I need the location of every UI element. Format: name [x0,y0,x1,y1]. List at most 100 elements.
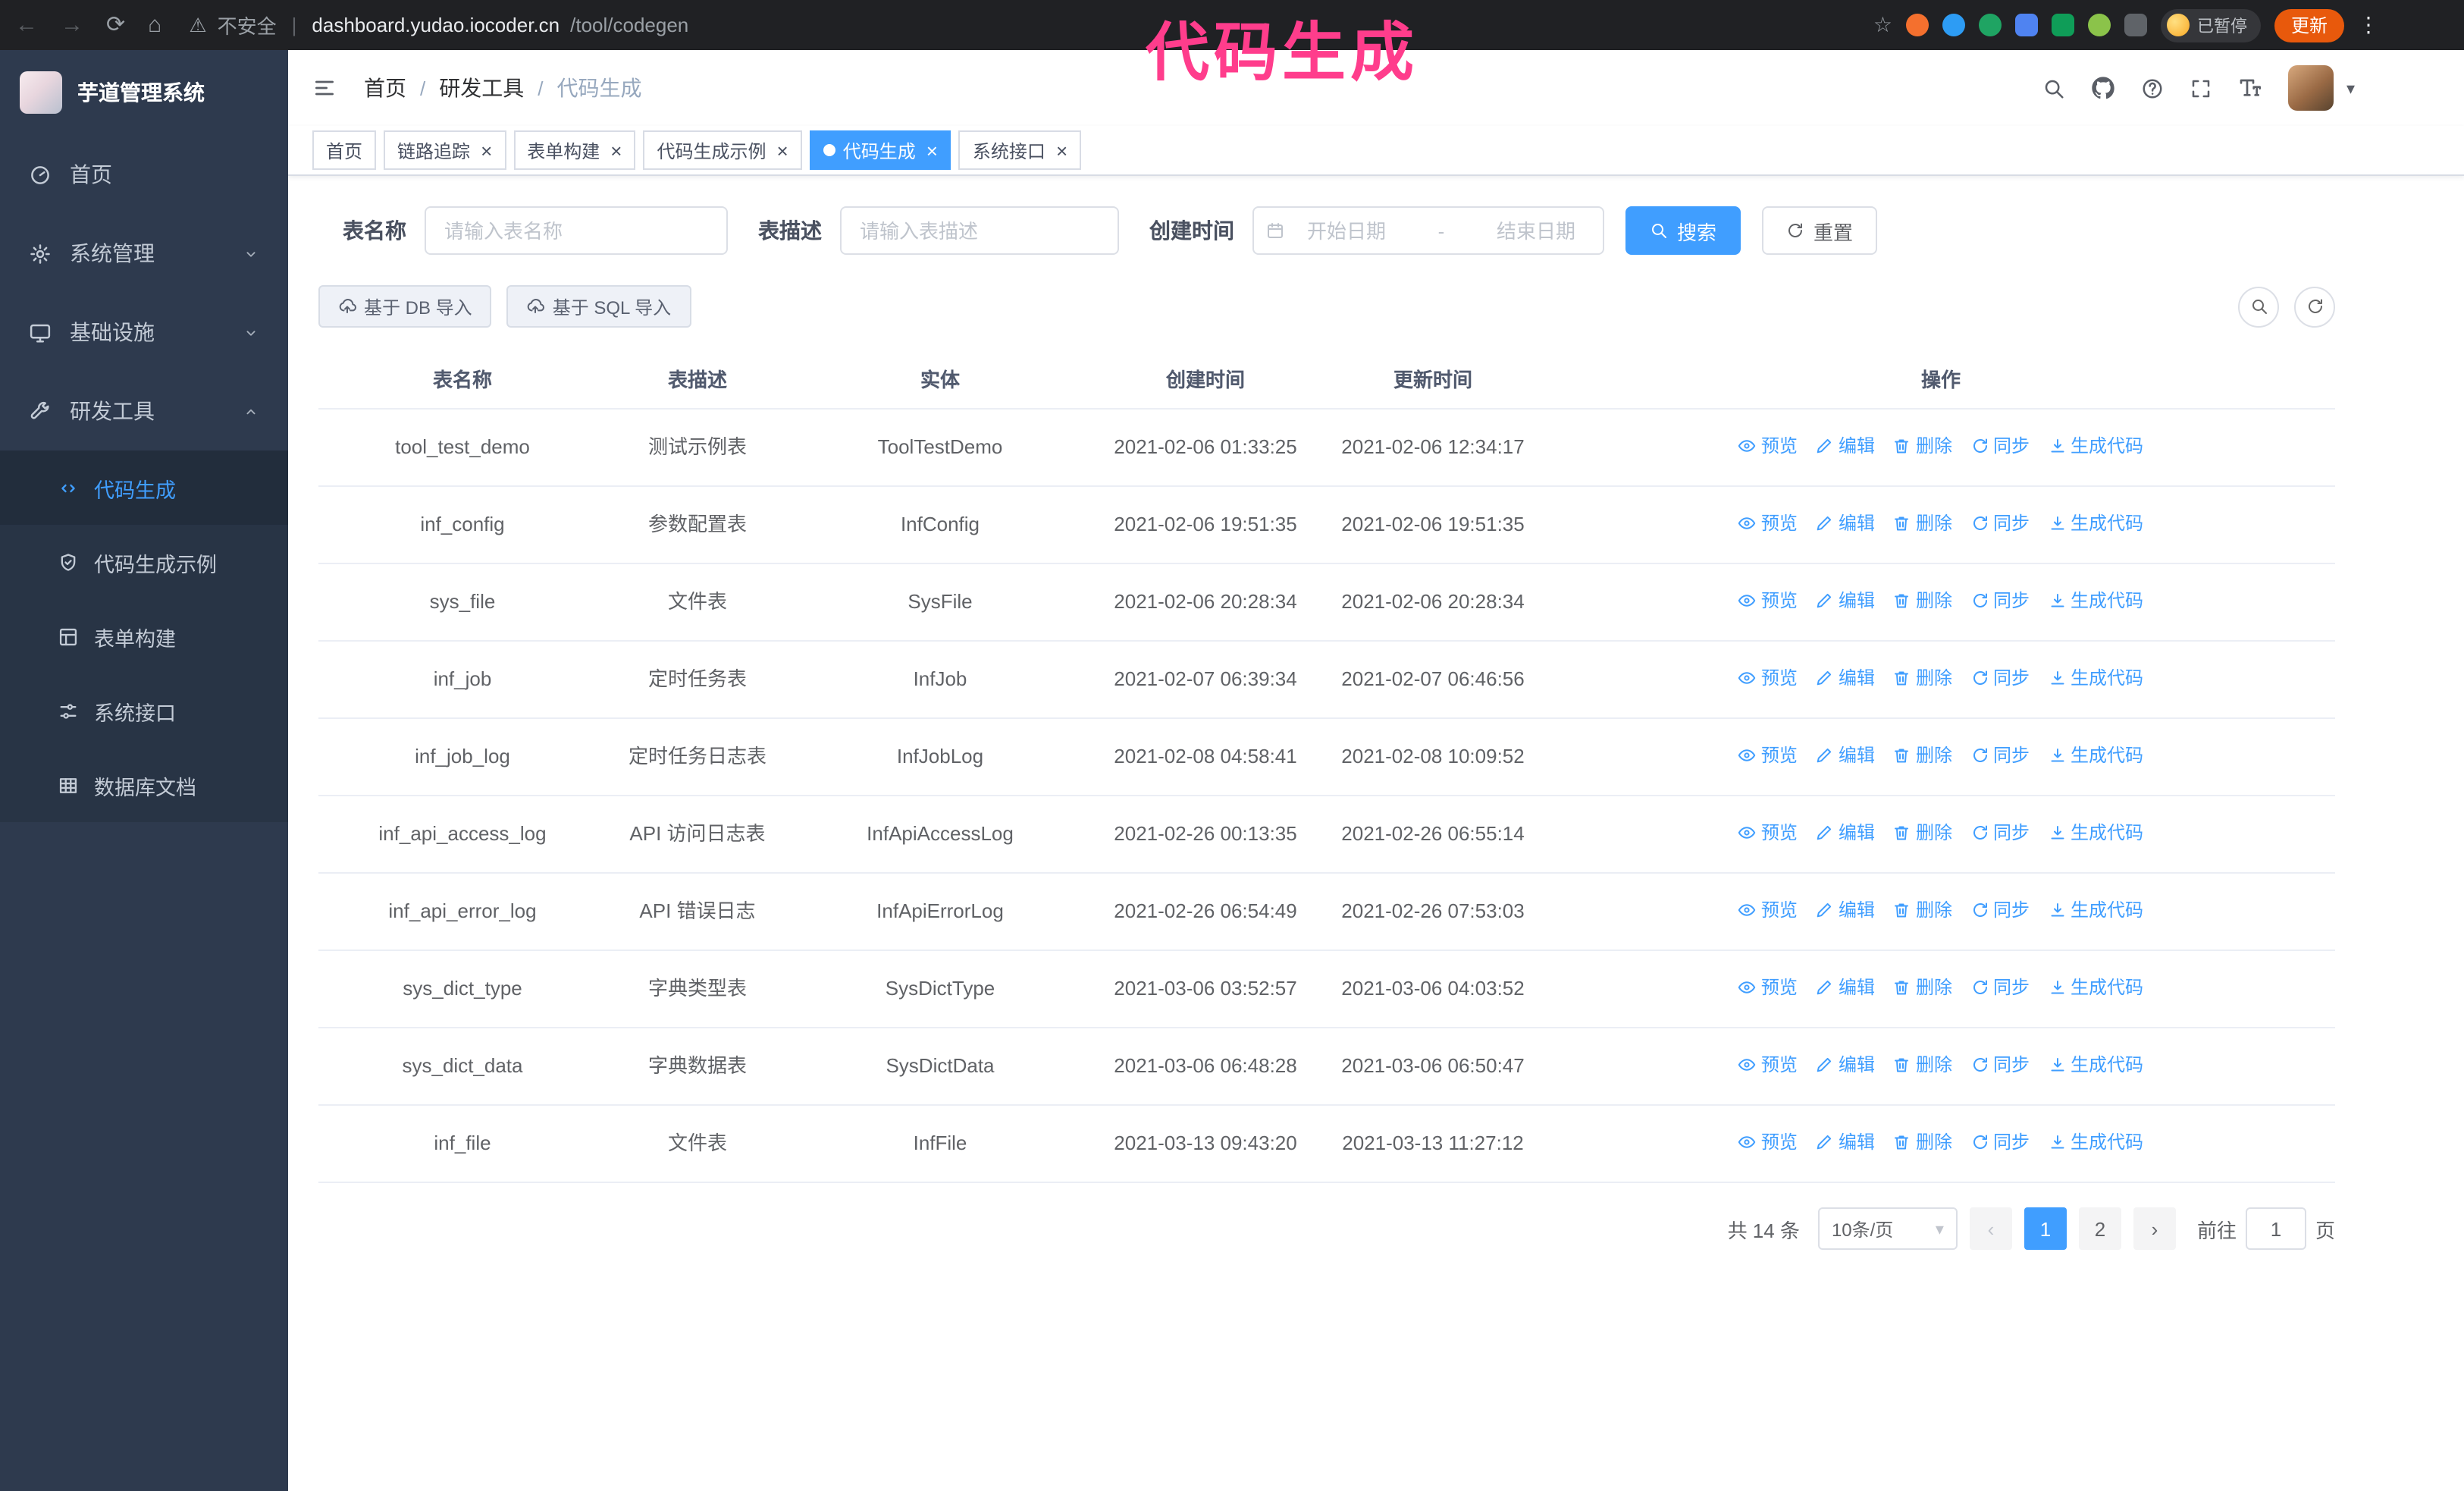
generate-code-link[interactable]: 生成代码 [2048,1050,2143,1080]
tab-code-generation[interactable]: 代码生成 × [809,130,951,170]
sidebar-item-codegen-example[interactable]: 代码生成示例 [0,525,288,599]
tab-trace[interactable]: 链路追踪 × [384,130,506,170]
delete-link[interactable]: 删除 [1893,431,1952,461]
toggle-search-button[interactable] [2238,286,2279,327]
sidebar-fold-icon[interactable] [312,76,337,100]
preview-link[interactable]: 预览 [1738,972,1798,1003]
sidebar-item-system-management[interactable]: 系统管理 [0,214,288,293]
extension-icon-check[interactable] [1978,14,2002,36]
sidebar-item-db-doc[interactable]: 数据库文档 [0,748,288,822]
user-avatar[interactable] [2288,65,2334,111]
delete-link[interactable]: 删除 [1893,818,1952,848]
preview-link[interactable]: 预览 [1738,508,1798,538]
preview-link[interactable]: 预览 [1738,740,1798,771]
address-bar[interactable]: ⚠ 不安全 | dashboard.yudao.iocoder.cn/tool/… [189,11,1861,39]
app-logo[interactable]: 芋道管理系统 [0,50,288,135]
url-domain[interactable]: dashboard.yudao.iocoder.cn [312,14,560,36]
extension-icon-leaf[interactable] [2087,14,2111,36]
close-icon[interactable]: × [777,140,788,160]
delete-link[interactable]: 删除 [1893,663,1952,693]
update-button[interactable]: 更新 [2274,8,2344,42]
bookmark-star-icon[interactable]: ☆ [1873,12,1892,38]
extension-icon-people[interactable] [2014,14,2038,36]
sidebar-item-dev-tools[interactable]: 研发工具 [0,372,288,450]
forward-icon[interactable]: → [61,14,83,36]
edit-link[interactable]: 编辑 [1816,972,1875,1003]
caret-down-icon[interactable]: ▾ [2346,78,2355,98]
edit-link[interactable]: 编辑 [1816,431,1875,461]
table-name-input[interactable] [425,206,728,255]
url-path[interactable]: /tool/codegen [570,14,688,36]
sidebar-item-home[interactable]: 首页 [0,135,288,214]
tab-codegen-example[interactable]: 代码生成示例 × [643,130,802,170]
sync-link[interactable]: 同步 [1970,585,2030,616]
date-start-input[interactable] [1292,219,1401,242]
date-end-input[interactable] [1481,219,1591,242]
generate-code-link[interactable]: 生成代码 [2048,895,2143,925]
delete-link[interactable]: 删除 [1893,740,1952,771]
extension-icon-fox[interactable] [1905,14,1929,36]
sync-link[interactable]: 同步 [1970,895,2030,925]
sidebar-item-infrastructure[interactable]: 基础设施 [0,293,288,372]
profile-paused-badge[interactable]: 已暂停 [2160,8,2261,42]
edit-link[interactable]: 编辑 [1816,1050,1875,1080]
generate-code-link[interactable]: 生成代码 [2048,740,2143,771]
sidebar-item-form-builder[interactable]: 表单构建 [0,599,288,673]
table-desc-input[interactable] [840,206,1119,255]
github-icon[interactable] [2092,76,2116,100]
search-icon[interactable] [2043,77,2066,99]
breadcrumb-dev-tools[interactable]: 研发工具 [439,73,524,103]
date-range-picker[interactable]: - [1252,206,1604,255]
sync-link[interactable]: 同步 [1970,508,2030,538]
preview-link[interactable]: 预览 [1738,585,1798,616]
delete-link[interactable]: 删除 [1893,1050,1952,1080]
help-icon[interactable] [2142,77,2165,99]
delete-link[interactable]: 删除 [1893,972,1952,1003]
sync-link[interactable]: 同步 [1970,431,2030,461]
generate-code-link[interactable]: 生成代码 [2048,818,2143,848]
next-page-button[interactable]: › [2133,1207,2176,1250]
security-label[interactable]: 不安全 [218,11,277,39]
close-icon[interactable]: × [481,140,492,160]
fullscreen-icon[interactable] [2190,77,2213,99]
generate-code-link[interactable]: 生成代码 [2048,431,2143,461]
sync-link[interactable]: 同步 [1970,1127,2030,1157]
sync-link[interactable]: 同步 [1970,818,2030,848]
import-sql-button[interactable]: 基于 SQL 导入 [506,285,691,328]
close-icon[interactable]: × [610,140,622,160]
tab-home[interactable]: 首页 [312,130,377,170]
tab-system-api[interactable]: 系统接口 × [958,130,1082,170]
close-icon[interactable]: × [1056,140,1067,160]
prev-page-button[interactable]: ‹ [1969,1207,2012,1250]
tab-form-builder[interactable]: 表单构建 × [513,130,636,170]
sync-link[interactable]: 同步 [1970,972,2030,1003]
preview-link[interactable]: 预览 [1738,818,1798,848]
edit-link[interactable]: 编辑 [1816,895,1875,925]
delete-link[interactable]: 删除 [1893,1127,1952,1157]
edit-link[interactable]: 编辑 [1816,663,1875,693]
reload-icon[interactable]: ⟳ [106,14,125,36]
generate-code-link[interactable]: 生成代码 [2048,1127,2143,1157]
generate-code-link[interactable]: 生成代码 [2048,508,2143,538]
extension-icon-puzzle[interactable] [2124,14,2147,36]
sync-link[interactable]: 同步 [1970,1050,2030,1080]
font-size-icon[interactable] [2239,76,2263,100]
preview-link[interactable]: 预览 [1738,895,1798,925]
preview-link[interactable]: 预览 [1738,1127,1798,1157]
import-db-button[interactable]: 基于 DB 导入 [318,285,492,328]
delete-link[interactable]: 删除 [1893,585,1952,616]
page-button-1[interactable]: 1 [2024,1207,2067,1250]
search-button[interactable]: 搜索 [1625,206,1741,255]
generate-code-link[interactable]: 生成代码 [2048,663,2143,693]
sidebar-item-code-generation[interactable]: 代码生成 [0,450,288,525]
delete-link[interactable]: 删除 [1893,895,1952,925]
edit-link[interactable]: 编辑 [1816,740,1875,771]
preview-link[interactable]: 预览 [1738,663,1798,693]
generate-code-link[interactable]: 生成代码 [2048,972,2143,1003]
close-icon[interactable]: × [926,140,938,160]
edit-link[interactable]: 编辑 [1816,508,1875,538]
goto-page-input[interactable] [2245,1207,2306,1250]
delete-link[interactable]: 删除 [1893,508,1952,538]
preview-link[interactable]: 预览 [1738,431,1798,461]
sync-link[interactable]: 同步 [1970,663,2030,693]
